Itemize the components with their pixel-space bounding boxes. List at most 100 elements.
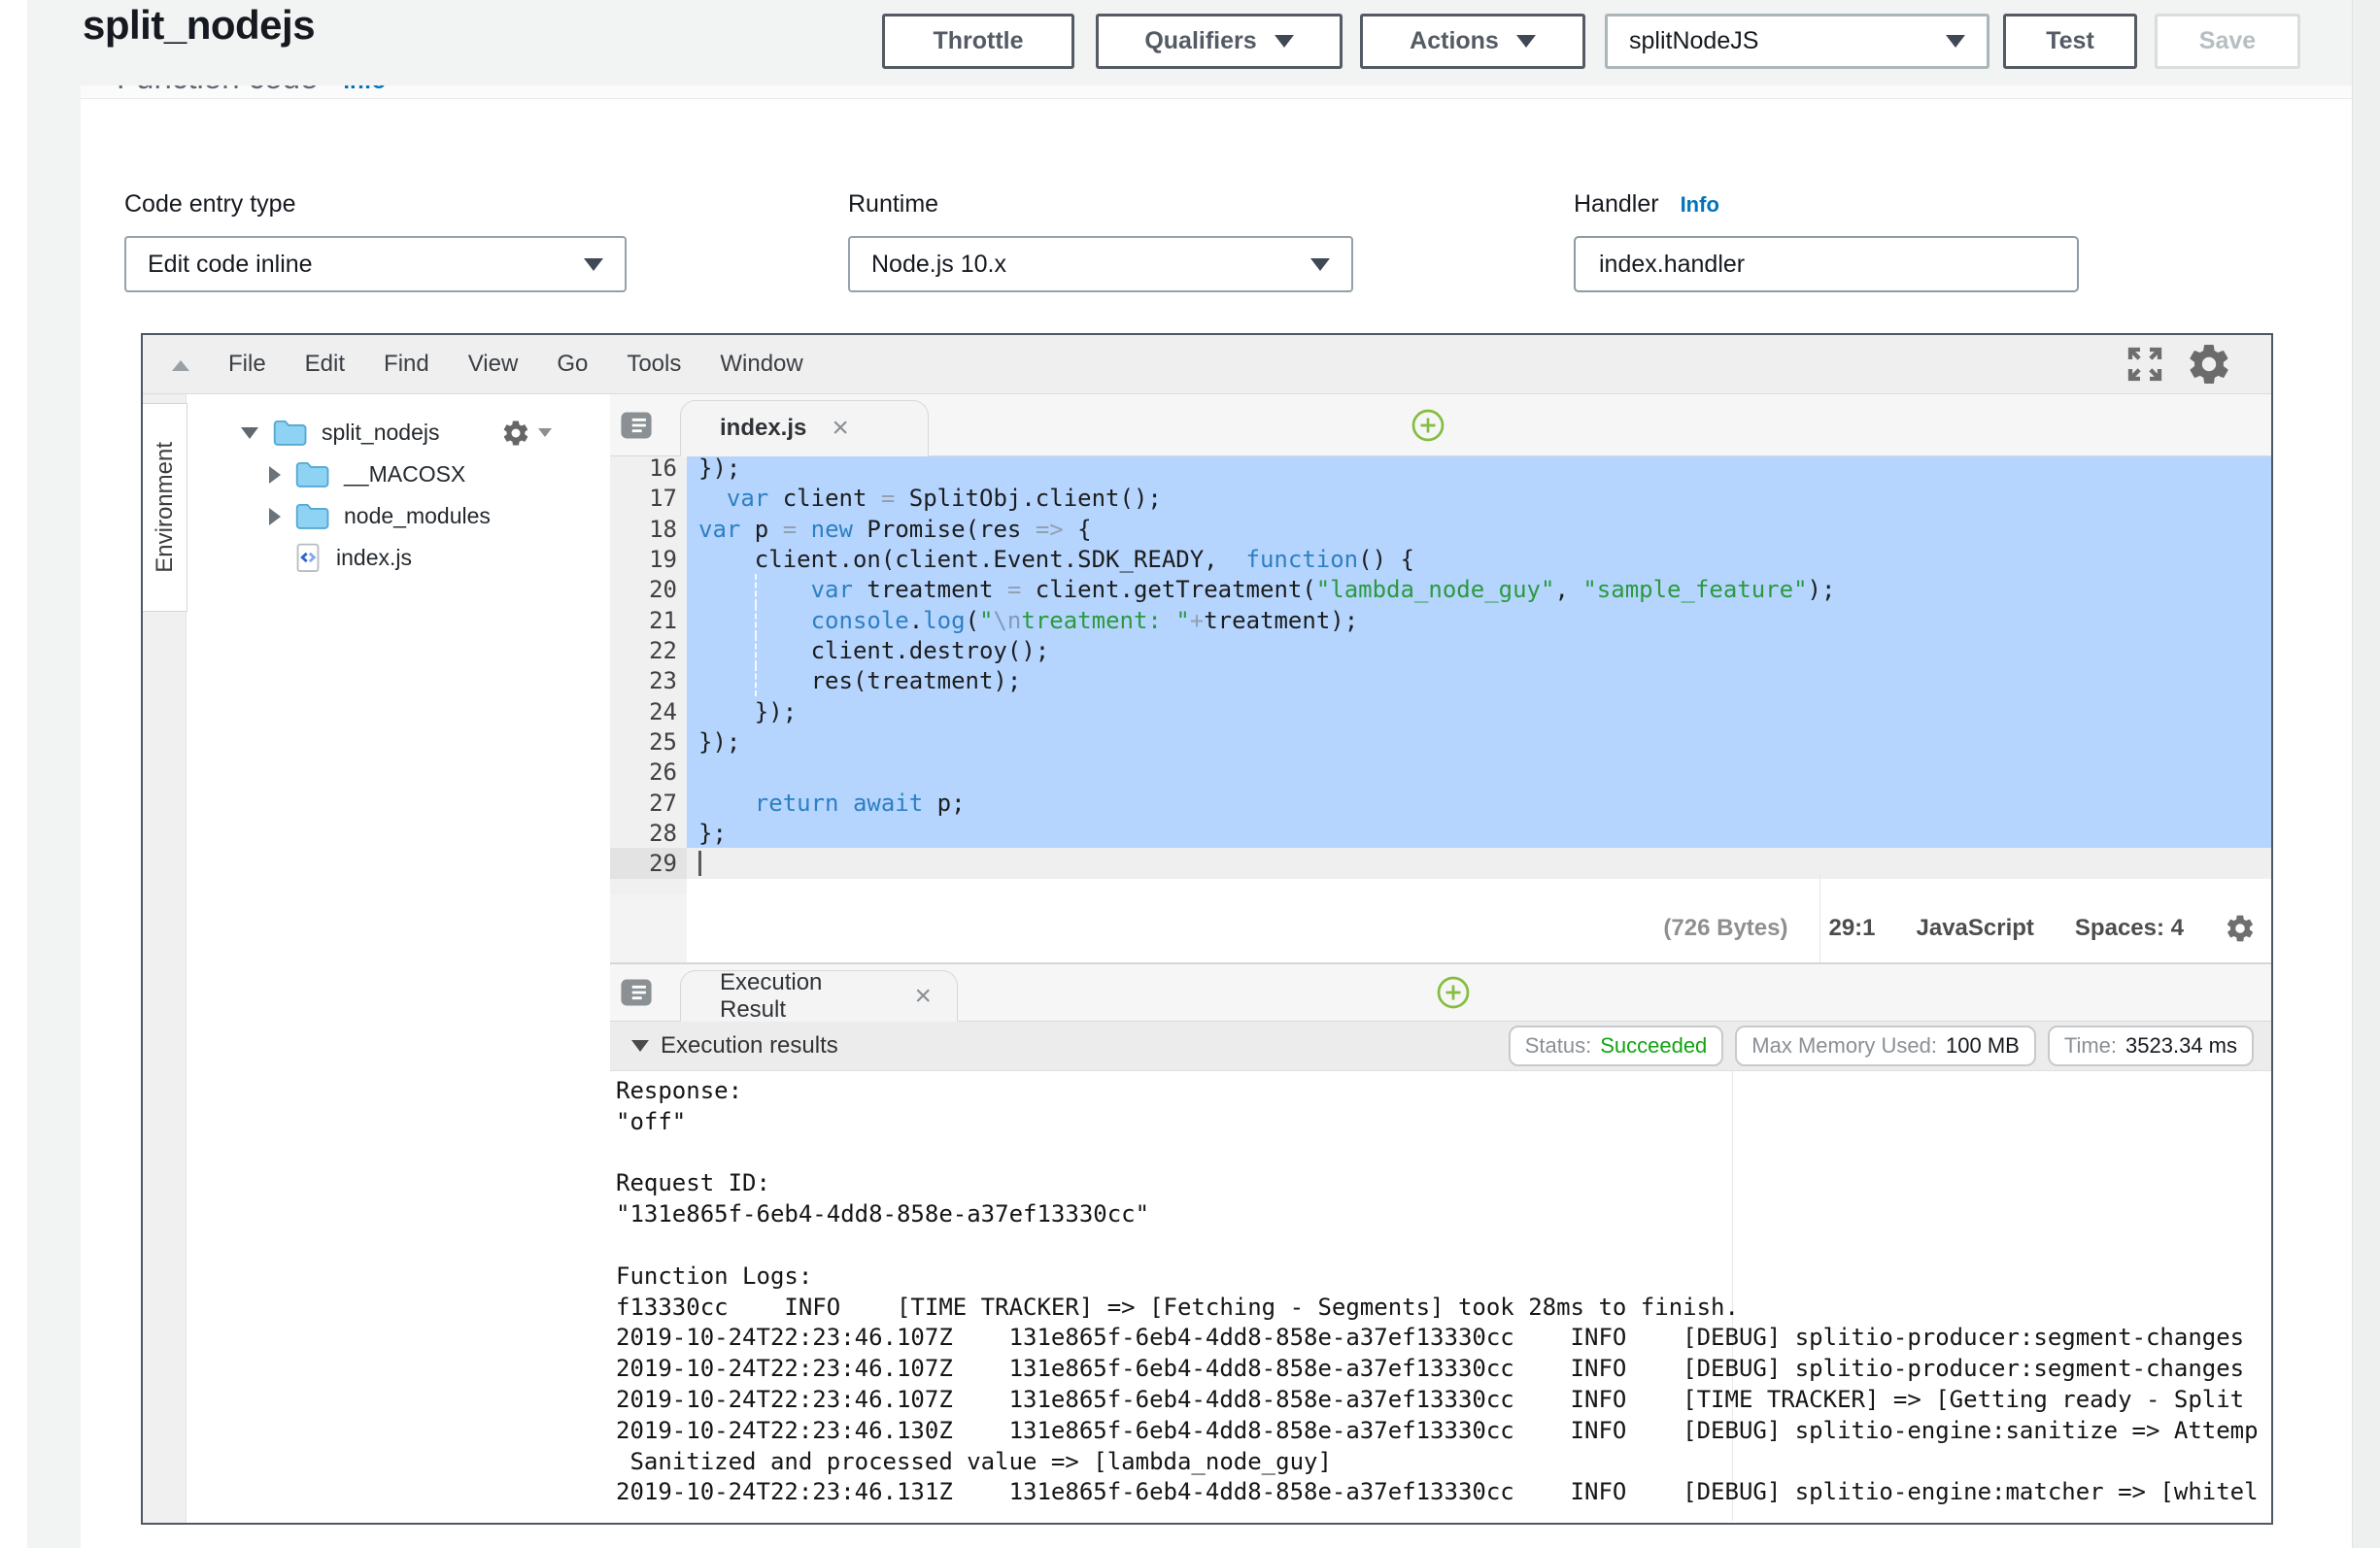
- code-line-22: 22 client.destroy();: [610, 635, 2271, 666]
- line-number: 26: [610, 757, 687, 788]
- code-line-text[interactable]: console.log("\ntreatment: "+treatment);: [687, 605, 2271, 636]
- tree-item-label: index.js: [336, 545, 412, 571]
- runtime-select[interactable]: Node.js 10.x: [848, 236, 1353, 292]
- execution-results-toggle[interactable]: Execution results: [631, 1022, 838, 1070]
- tab-execution-result[interactable]: Execution Result ×: [680, 970, 958, 1022]
- js-file-icon: [292, 542, 323, 575]
- throttle-button-label: Throttle: [933, 27, 1023, 55]
- fullscreen-icon[interactable]: [2125, 345, 2164, 384]
- log-line: 2019-10-24T22:23:46.107Z 131e865f-6eb4-4…: [616, 1322, 2271, 1353]
- chevron-down-icon: [1516, 35, 1536, 48]
- folder-icon: [272, 418, 309, 448]
- code-line-text[interactable]: };: [687, 818, 2271, 849]
- handler-label-text: Handler: [1574, 190, 1659, 218]
- tab-execution-result-label: Execution Result: [720, 969, 889, 1024]
- save-button[interactable]: Save: [2155, 14, 2300, 69]
- gutter-tail: [610, 894, 687, 962]
- tree-item-root[interactable]: split_nodejs: [187, 412, 610, 454]
- indent-guide: [755, 635, 757, 666]
- code-line-text[interactable]: });: [687, 696, 2271, 727]
- status-badge: Max Memory Used:100 MB: [1735, 1026, 2036, 1066]
- line-number: 25: [610, 726, 687, 757]
- spaces-indicator[interactable]: Spaces: 4: [2075, 915, 2184, 942]
- actions-button-label: Actions: [1410, 27, 1499, 55]
- tree-settings-gear-icon[interactable]: [501, 419, 552, 448]
- log-line: "off": [616, 1106, 2271, 1137]
- code-line-23: 23 res(treatment);: [610, 665, 2271, 696]
- line-number: 27: [610, 788, 687, 819]
- statusbar-settings-gear-icon[interactable]: [2225, 913, 2256, 944]
- line-number: 18: [610, 514, 687, 545]
- code-editing-area[interactable]: 16});17 var client = SplitObj.client();1…: [610, 456, 2271, 894]
- code-line-text[interactable]: client.destroy();: [687, 635, 2271, 666]
- new-tab-icon[interactable]: [1436, 975, 1471, 1010]
- test-button[interactable]: Test: [2003, 14, 2137, 69]
- expanded-caret-icon[interactable]: [241, 427, 258, 439]
- menu-window[interactable]: Window: [720, 351, 802, 378]
- qualifiers-button[interactable]: Qualifiers: [1096, 14, 1343, 69]
- actions-button[interactable]: Actions: [1360, 14, 1585, 69]
- code-line-17: 17 var client = SplitObj.client();: [610, 483, 2271, 514]
- tree-item-index-js[interactable]: index.js: [187, 537, 610, 579]
- cursor-position-indicator[interactable]: 29:1: [1828, 915, 1875, 942]
- code-line-text[interactable]: });: [687, 456, 2271, 484]
- code-line-text[interactable]: var treatment = client.getTreatment("lam…: [687, 574, 2271, 605]
- code-line-text[interactable]: res(treatment);: [687, 665, 2271, 696]
- code-line-text[interactable]: [687, 757, 2271, 788]
- menu-find[interactable]: Find: [384, 351, 429, 378]
- language-mode-indicator[interactable]: JavaScript: [1917, 915, 2034, 942]
- section-heading-info-link[interactable]: Info: [343, 85, 386, 94]
- code-line-text[interactable]: [687, 848, 2271, 879]
- line-number: 22: [610, 635, 687, 666]
- handler-input[interactable]: [1574, 236, 2079, 292]
- code-line-text[interactable]: client.on(client.Event.SDK_READY, functi…: [687, 544, 2271, 575]
- collapse-caret-icon: [631, 1040, 649, 1052]
- badge-label: Time:: [2064, 1033, 2117, 1059]
- line-number: 17: [610, 483, 687, 514]
- collapse-menubar-icon[interactable]: [172, 360, 189, 371]
- menu-tools[interactable]: Tools: [627, 351, 681, 378]
- tab-list-icon[interactable]: [620, 411, 653, 440]
- tree-item-label: node_modules: [344, 503, 491, 529]
- runtime-label: Runtime: [848, 190, 938, 219]
- status-badge: Time: 3523.34 ms: [2048, 1026, 2254, 1066]
- tree-item-node-modules[interactable]: node_modules: [187, 495, 610, 537]
- page-scrollbar[interactable]: [2352, 0, 2380, 1548]
- log-line: Sanitized and processed value => [lambda…: [616, 1446, 2271, 1477]
- close-tab-icon[interactable]: ×: [832, 414, 849, 443]
- close-tab-icon[interactable]: ×: [914, 982, 932, 1011]
- handler-info-link[interactable]: Info: [1681, 192, 1719, 217]
- code-line-18: 18var p = new Promise(res => {: [610, 514, 2271, 545]
- tab-list-icon[interactable]: [620, 978, 653, 1007]
- tree-item-label: split_nodejs: [322, 420, 439, 446]
- menu-file[interactable]: File: [228, 351, 266, 378]
- code-line-27: 27 return await p;: [610, 788, 2271, 819]
- collapsed-caret-icon[interactable]: [269, 466, 281, 484]
- menu-go[interactable]: Go: [557, 351, 588, 378]
- code-line-text[interactable]: var client = SplitObj.client();: [687, 483, 2271, 514]
- menu-view[interactable]: View: [468, 351, 519, 378]
- execution-log-output[interactable]: Response:"off"Request ID:"131e865f-6eb4-…: [610, 1071, 2271, 1521]
- collapsed-caret-icon[interactable]: [269, 508, 281, 525]
- section-header-strip: Function codeInfo: [81, 85, 2352, 99]
- editor-settings-gear-icon[interactable]: [2186, 341, 2232, 387]
- test-event-select[interactable]: splitNodeJS: [1605, 14, 1989, 69]
- code-line-text[interactable]: var p = new Promise(res => {: [687, 514, 2271, 545]
- environment-tab[interactable]: Environment: [143, 403, 187, 612]
- code-line-text[interactable]: return await p;: [687, 788, 2271, 819]
- code-entry-type-select[interactable]: Edit code inline: [124, 236, 627, 292]
- new-tab-icon[interactable]: [1411, 408, 1445, 443]
- menu-edit[interactable]: Edit: [305, 351, 345, 378]
- test-button-label: Test: [2046, 27, 2094, 55]
- execution-results-title: Execution results: [661, 1032, 838, 1060]
- code-line-text[interactable]: });: [687, 726, 2271, 757]
- code-line-25: 25});: [610, 726, 2271, 757]
- save-button-label: Save: [2199, 27, 2256, 55]
- tree-item--macosx[interactable]: __MACOSX: [187, 454, 610, 495]
- code-line-19: 19 client.on(client.Event.SDK_READY, fun…: [610, 544, 2271, 575]
- badge-value: 3523.34 ms: [2125, 1033, 2237, 1059]
- chevron-down-icon: [1310, 258, 1330, 271]
- tab-index-js[interactable]: index.js ×: [680, 400, 929, 456]
- line-number: 21: [610, 605, 687, 636]
- throttle-button[interactable]: Throttle: [882, 14, 1074, 69]
